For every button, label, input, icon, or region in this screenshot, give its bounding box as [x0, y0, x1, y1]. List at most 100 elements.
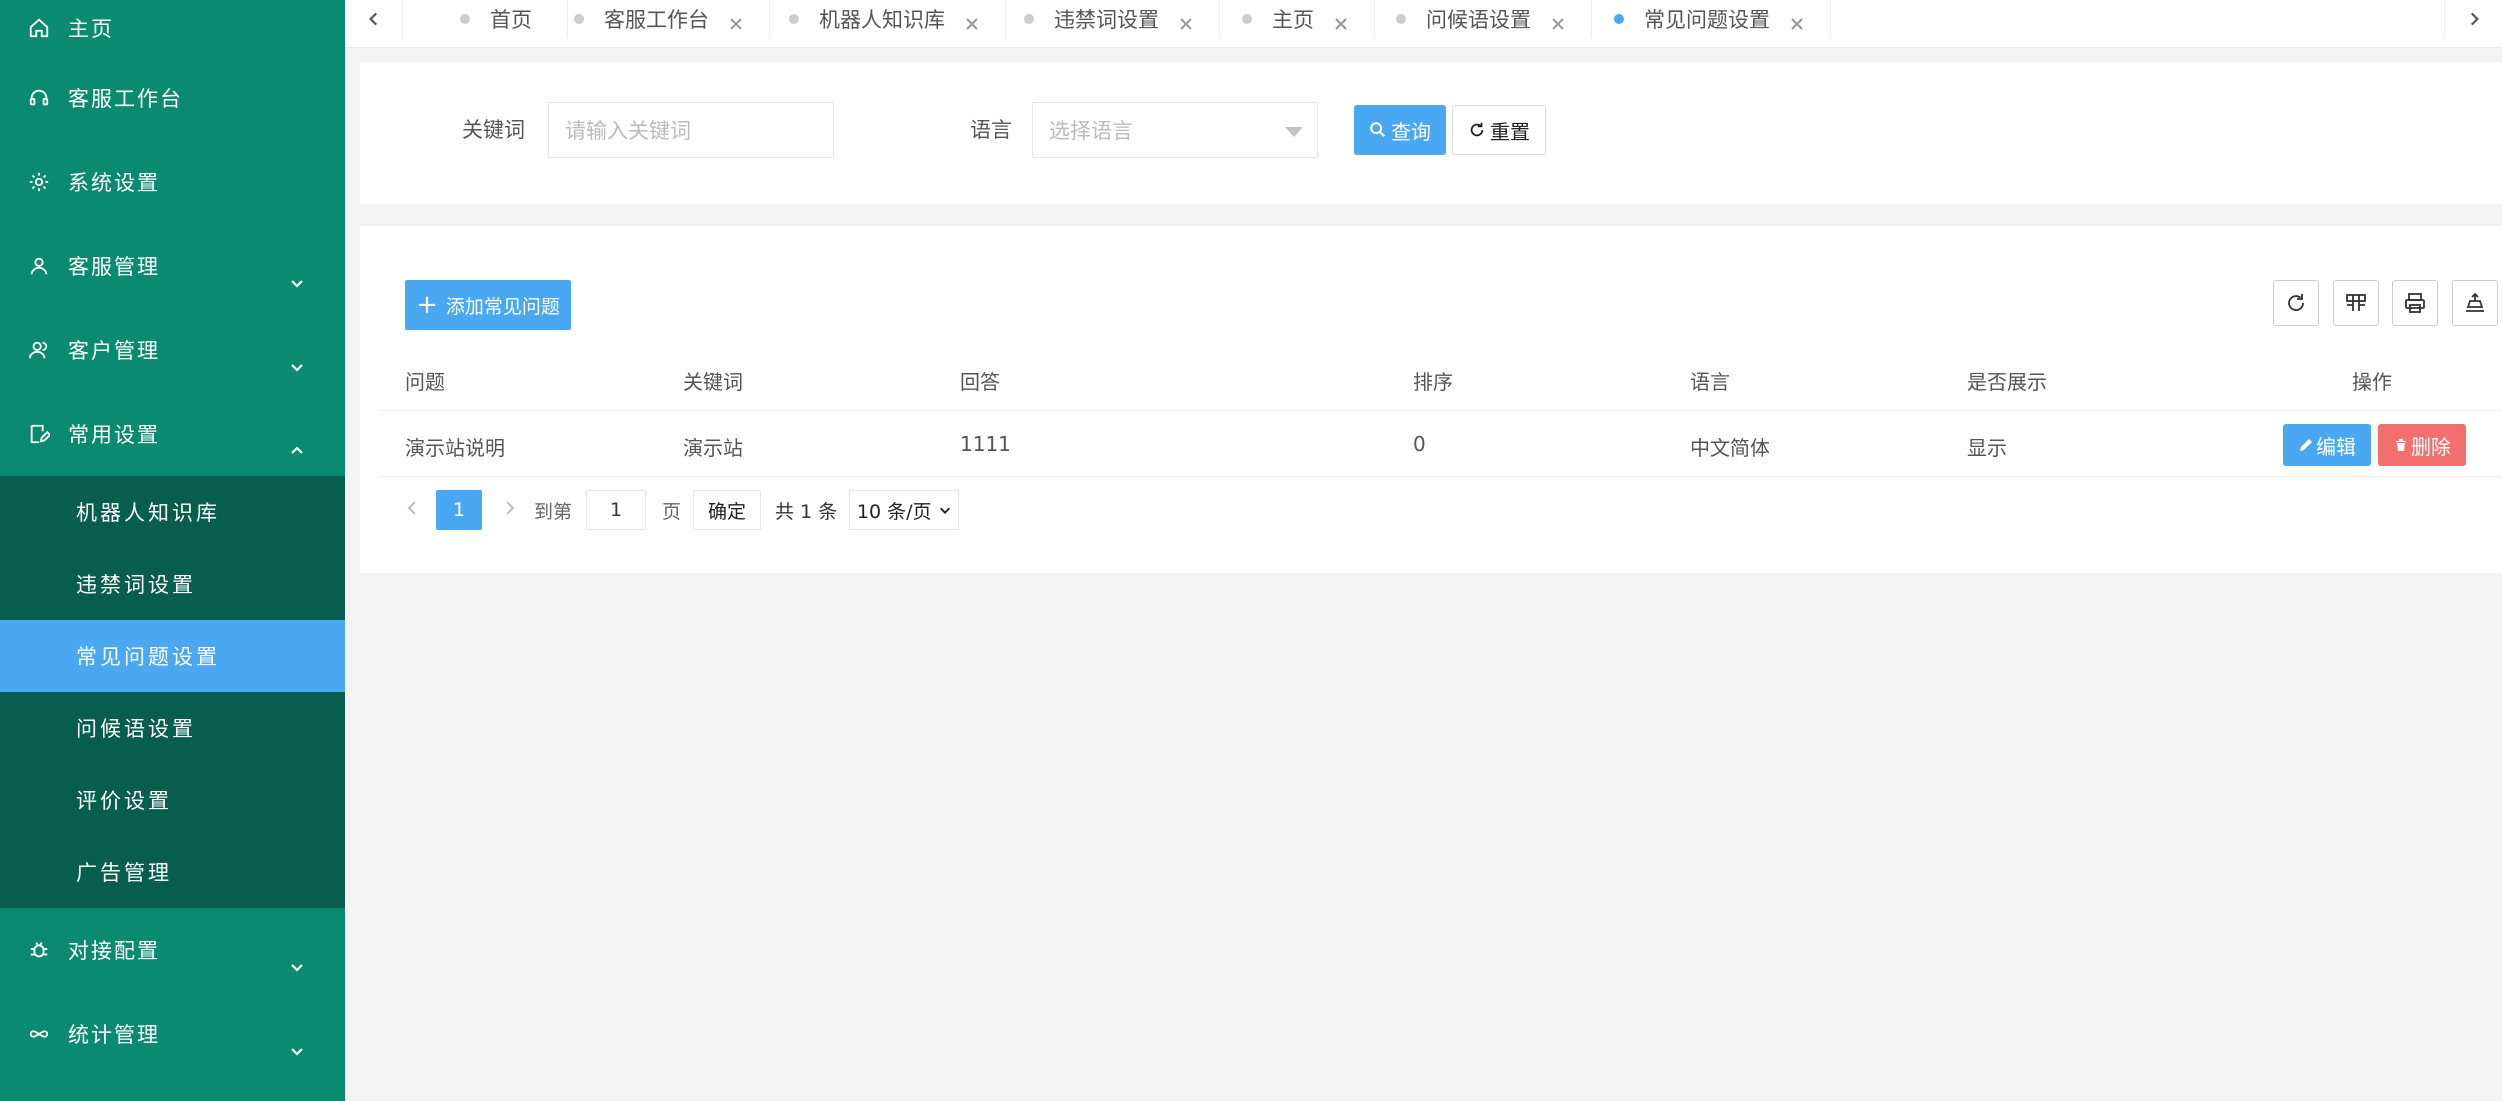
- goto-confirm-button[interactable]: 确定: [693, 490, 762, 530]
- table-refresh-button[interactable]: [2273, 280, 2319, 326]
- chevron-left-icon: [407, 500, 416, 515]
- home-icon: [28, 17, 50, 39]
- query-button[interactable]: 查询: [1354, 105, 1446, 155]
- search-icon: [1370, 122, 1386, 138]
- close-icon[interactable]: [729, 12, 743, 30]
- tab-banned-words[interactable]: 违禁词设置: [1000, 0, 1220, 38]
- close-icon[interactable]: [1334, 12, 1348, 30]
- cell-display: 显示: [1967, 436, 2007, 460]
- menu-label: 客服管理: [68, 255, 160, 279]
- pencil-icon: [2300, 439, 2312, 451]
- language-label: 语言: [970, 118, 1012, 142]
- search-panel: 关键词 请输入关键词 语言 选择语言 查询 重置: [360, 62, 2502, 204]
- submenu-item-faq[interactable]: 常见问题设置: [0, 620, 345, 692]
- submenu-item-greeting[interactable]: 问候语设置: [0, 692, 345, 764]
- menu-label: 主页: [68, 17, 114, 41]
- menu-item-integration[interactable]: 对接配置: [0, 908, 345, 992]
- cell-sort: 0: [1413, 432, 1426, 456]
- column-header-sort: 排序: [1413, 370, 1453, 394]
- menu-label: 系统设置: [68, 171, 160, 195]
- tab-main[interactable]: 主页: [1218, 0, 1375, 38]
- tab-faq[interactable]: 常见问题设置: [1590, 0, 1831, 38]
- menu-item-common-settings[interactable]: 常用设置: [0, 392, 345, 476]
- goto-label: 到第: [534, 500, 573, 523]
- tab-workbench[interactable]: 客服工作台: [550, 0, 770, 38]
- chevron-up-icon: [289, 440, 305, 456]
- close-icon[interactable]: [965, 12, 979, 30]
- tab-bar: 首页 客服工作台 机器人知识库 违禁词设置 主页 问候语设置 常见问题设置: [345, 0, 2502, 48]
- submenu-item-ads[interactable]: 广告管理: [0, 836, 345, 908]
- menu-item-home[interactable]: 主页: [0, 0, 345, 56]
- submenu-label: 评价设置: [76, 789, 172, 813]
- menu-item-statistics[interactable]: 统计管理: [0, 992, 345, 1076]
- table-columns-button[interactable]: [2333, 280, 2379, 326]
- prev-page-button[interactable]: [402, 498, 422, 523]
- next-page-button[interactable]: [500, 498, 520, 523]
- menu-item-agent-management[interactable]: 客服管理: [0, 224, 345, 308]
- tab-dot: [1614, 14, 1624, 24]
- submenu-item-rating[interactable]: 评价设置: [0, 764, 345, 836]
- menu-label: 统计管理: [68, 1023, 160, 1047]
- tab-dot: [789, 14, 799, 24]
- tab-home[interactable]: 首页: [405, 0, 568, 38]
- submenu-label: 问候语设置: [76, 717, 196, 741]
- cell-language: 中文简体: [1690, 436, 1770, 460]
- language-select[interactable]: 选择语言: [1032, 102, 1318, 158]
- submenu-label: 常见问题设置: [76, 645, 220, 669]
- menu-label: 客户管理: [68, 339, 160, 363]
- caret-down-icon: [1285, 127, 1303, 137]
- page-size-value: 10 条/页: [856, 500, 932, 523]
- tab-scroll-left-button[interactable]: [345, 0, 403, 38]
- tab-dot: [574, 14, 584, 24]
- close-icon[interactable]: [1551, 12, 1565, 30]
- edit-button[interactable]: 编辑: [2283, 424, 2371, 466]
- reset-button[interactable]: 重置: [1452, 105, 1546, 155]
- tab-robot-knowledge[interactable]: 机器人知识库: [765, 0, 1006, 38]
- trash-icon: [2396, 439, 2406, 451]
- refresh-icon: [2288, 294, 2304, 311]
- menu-item-customer-management[interactable]: 客户管理: [0, 308, 345, 392]
- tab-label: 主页: [1272, 8, 1314, 32]
- page-size-select[interactable]: 10 条/页: [849, 490, 960, 530]
- table-print-button[interactable]: [2392, 280, 2438, 326]
- menu-label: 常用设置: [68, 423, 160, 447]
- export-icon: [2466, 292, 2484, 312]
- sidebar: 主页 客服工作台 系统设置 客服管理 客户管理 常用设置 机器人知识库 违禁词设…: [0, 0, 345, 1101]
- chevron-left-icon: [368, 12, 377, 26]
- submenu-label: 违禁词设置: [76, 573, 196, 597]
- menu-label: 客服工作台: [68, 87, 183, 111]
- add-faq-button[interactable]: + 添加常见问题: [405, 280, 571, 330]
- table-export-button[interactable]: [2452, 280, 2498, 326]
- delete-button[interactable]: 删除: [2378, 424, 2466, 466]
- tab-greeting[interactable]: 问候语设置: [1372, 0, 1592, 38]
- tab-label: 机器人知识库: [819, 8, 945, 32]
- add-faq-label: 添加常见问题: [445, 295, 560, 318]
- tab-label: 客服工作台: [604, 8, 709, 32]
- chevron-right-icon: [2470, 12, 2479, 26]
- tab-label: 违禁词设置: [1054, 8, 1159, 32]
- menu-item-workbench[interactable]: 客服工作台: [0, 56, 345, 140]
- tab-dot: [1024, 14, 1034, 24]
- tab-label: 问候语设置: [1426, 8, 1531, 32]
- bug-icon: [28, 939, 50, 961]
- column-header-language: 语言: [1690, 370, 1730, 394]
- page-label: 页: [662, 500, 682, 523]
- tab-label: 首页: [490, 8, 532, 32]
- goto-page-input[interactable]: 1: [586, 490, 647, 530]
- columns-icon: [2346, 294, 2366, 311]
- keyword-input[interactable]: 请输入关键词: [548, 102, 834, 158]
- reset-button-label: 重置: [1490, 119, 1530, 144]
- tab-scroll-right-button[interactable]: [2444, 0, 2502, 38]
- chevron-down-icon: [289, 272, 305, 288]
- column-header-keyword: 关键词: [683, 370, 743, 394]
- close-icon[interactable]: [1179, 12, 1193, 30]
- submenu-item-robot-knowledge[interactable]: 机器人知识库: [0, 476, 345, 548]
- chevron-down-icon: [289, 356, 305, 372]
- close-icon[interactable]: [1790, 12, 1804, 30]
- column-header-display: 是否展示: [1967, 370, 2047, 394]
- page-number-current[interactable]: 1: [436, 490, 482, 530]
- submenu-label: 机器人知识库: [76, 501, 220, 525]
- submenu-item-banned-words[interactable]: 违禁词设置: [0, 548, 345, 620]
- headset-icon: [28, 87, 50, 109]
- menu-item-system-settings[interactable]: 系统设置: [0, 140, 345, 224]
